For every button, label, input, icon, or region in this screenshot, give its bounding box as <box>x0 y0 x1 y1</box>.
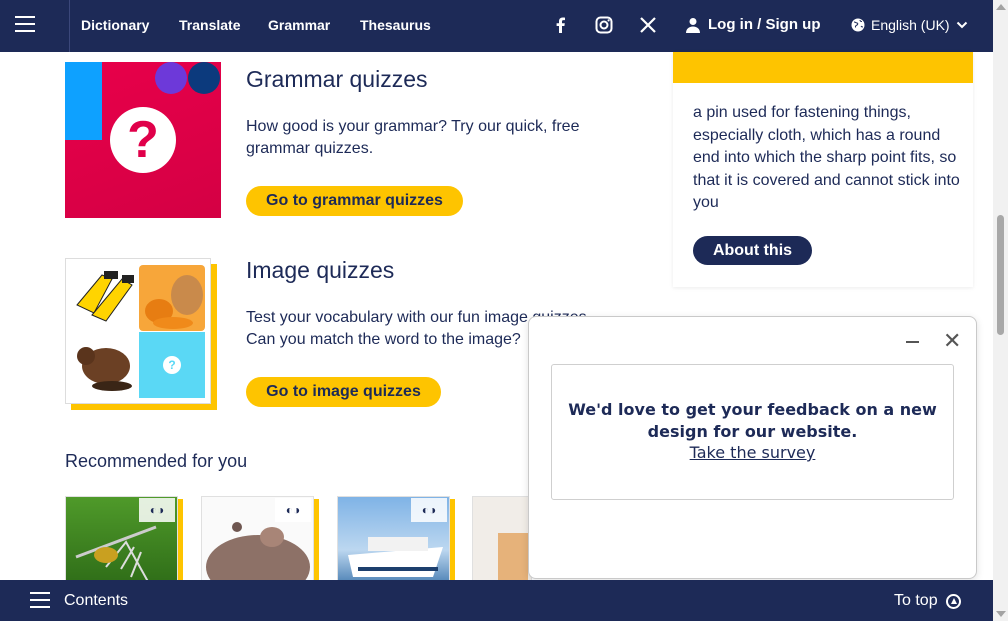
flippers-picture <box>72 265 138 331</box>
facebook-icon[interactable] <box>551 15 571 35</box>
eyes-icon: ◐◑ <box>275 498 311 522</box>
grammar-quiz-description: How good is your grammar? Try our quick,… <box>246 118 580 157</box>
user-icon <box>686 17 700 33</box>
recommended-card-hippo[interactable]: ◐◑ <box>201 496 319 586</box>
recommended-card-ship[interactable]: ◐◑ <box>337 496 455 586</box>
eyes-icon: ◐◑ <box>139 498 175 522</box>
contents-menu-icon[interactable] <box>30 592 50 608</box>
close-icon[interactable]: ✕ <box>943 330 961 352</box>
scroll-up-arrow-icon[interactable] <box>996 4 1006 10</box>
feedback-message: We'd love to get your feedback on a new … <box>568 400 937 441</box>
recommended-card-rake[interactable]: ◐◑ <box>65 496 183 586</box>
minimize-icon[interactable] <box>906 331 920 351</box>
decorative-shape <box>188 62 220 94</box>
instagram-icon[interactable] <box>594 15 614 35</box>
login-button[interactable]: Log in / Sign up <box>686 16 820 33</box>
language-label: English (UK) <box>871 17 950 33</box>
nav-divider <box>69 0 70 52</box>
top-navigation: Dictionary Translate Grammar Thesaurus L… <box>0 0 993 52</box>
arrow-up-circle-icon <box>945 593 961 609</box>
decorative-shape <box>155 62 187 94</box>
word-of-the-day-card: a pin used for fastening things, especia… <box>673 52 973 287</box>
decorative-shape <box>65 62 102 140</box>
globe-icon <box>851 18 865 32</box>
language-selector[interactable]: English (UK) <box>851 17 968 33</box>
survey-link[interactable]: Take the survey <box>552 443 953 462</box>
eyes-icon: ◐◑ <box>411 498 447 522</box>
recommended-card-partial[interactable] <box>472 496 532 586</box>
to-top-label: To top <box>894 592 938 609</box>
card-header-band <box>673 52 973 83</box>
image-quiz-image[interactable]: ? <box>65 258 211 404</box>
feedback-popup: ✕ We'd love to get your feedback on a ne… <box>528 316 977 579</box>
bottom-bar: Contents To top <box>0 580 993 621</box>
scroll-down-arrow-icon[interactable] <box>996 611 1006 617</box>
about-this-button[interactable]: About this <box>693 236 812 265</box>
image-quiz-title[interactable]: Image quizzes <box>246 257 394 284</box>
image-quiz-button[interactable]: Go to image quizzes <box>246 377 441 407</box>
grammar-quiz-button[interactable]: Go to grammar quizzes <box>246 186 463 216</box>
grammar-quiz-title[interactable]: Grammar quizzes <box>246 66 427 93</box>
login-label: Log in / Sign up <box>708 16 821 33</box>
beaver-picture <box>72 332 138 398</box>
x-icon[interactable] <box>638 15 658 35</box>
feedback-panel: We'd love to get your feedback on a new … <box>551 364 954 500</box>
definition-text: a pin used for fastening things, especia… <box>693 104 960 211</box>
nav-link-grammar[interactable]: Grammar <box>268 17 330 33</box>
turmeric-picture <box>139 265 205 331</box>
grammar-quiz-image[interactable]: ? <box>65 62 221 218</box>
nav-link-translate[interactable]: Translate <box>179 17 240 33</box>
chevron-down-icon <box>956 21 967 29</box>
question-mark-icon: ? <box>163 356 181 374</box>
partial-picture <box>472 496 532 586</box>
question-mark-icon: ? <box>110 107 176 173</box>
nav-link-dictionary[interactable]: Dictionary <box>81 17 149 33</box>
scroll-thumb[interactable] <box>997 215 1004 335</box>
recommended-title: Recommended for you <box>65 451 248 471</box>
menu-icon[interactable] <box>15 16 35 32</box>
mystery-picture: ? <box>139 332 205 398</box>
to-top-button[interactable]: To top <box>894 592 961 610</box>
nav-link-thesaurus[interactable]: Thesaurus <box>360 17 431 33</box>
page-scrollbar[interactable] <box>993 0 1008 621</box>
contents-button[interactable]: Contents <box>64 592 128 610</box>
